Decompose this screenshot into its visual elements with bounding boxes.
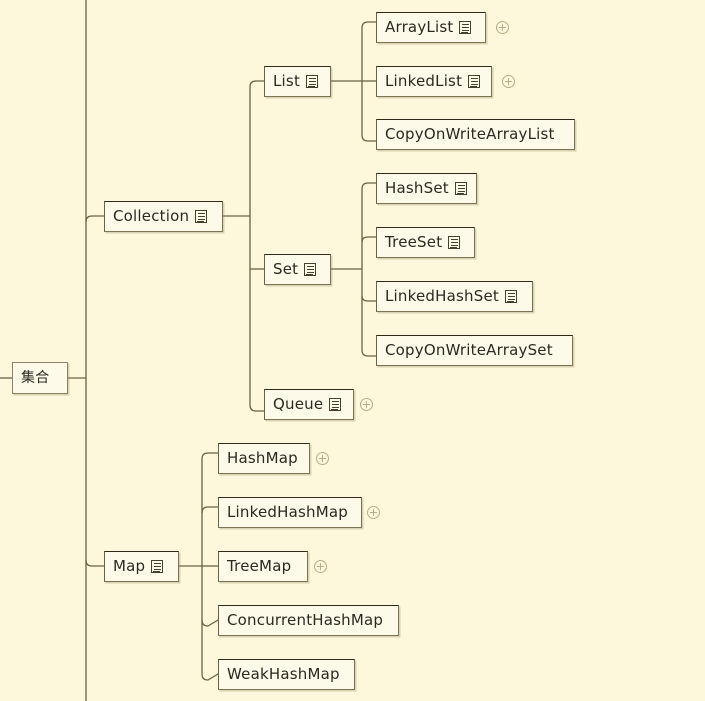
node-collection[interactable]: Collection — [104, 201, 223, 232]
edge-set-to-treeset — [361, 236, 376, 243]
mindmap-canvas: 集合 Collection List ArrayList LinkedList … — [0, 0, 705, 701]
node-linkedhashset[interactable]: LinkedHashSet — [376, 281, 533, 312]
edge-map-to-hashmap — [201, 452, 218, 460]
node-treeset-label: TreeSet — [385, 233, 443, 251]
node-hashset-label: HashSet — [385, 179, 449, 197]
edge-list-to-copyonwritearraylist — [361, 134, 376, 142]
node-weakhashmap-label: WeakHashMap — [227, 665, 340, 683]
note-icon[interactable] — [454, 182, 467, 195]
node-list[interactable]: List — [264, 66, 331, 97]
node-linkedlist-label: LinkedList — [385, 72, 463, 90]
edge-set-to-hashset — [361, 182, 376, 190]
node-weakhashmap[interactable]: WeakHashMap — [218, 659, 355, 690]
node-collection-label: Collection — [113, 207, 190, 225]
node-linkedhashmap[interactable]: LinkedHashMap — [218, 497, 362, 528]
edge-collection-to-list — [249, 80, 264, 88]
node-arraylist[interactable]: ArrayList — [376, 12, 486, 43]
node-linkedlist[interactable]: LinkedList — [376, 66, 492, 97]
expand-icon-treemap[interactable] — [314, 560, 327, 573]
edge-set-to-copyonwritearrayset — [361, 349, 376, 357]
node-map[interactable]: Map — [104, 551, 179, 582]
node-hashmap-label: HashMap — [227, 449, 298, 467]
node-concurrenthashmap[interactable]: ConcurrentHashMap — [218, 605, 399, 636]
edge-map-to-weakhashmap — [201, 673, 219, 681]
note-icon[interactable] — [151, 560, 164, 573]
node-linkedhashmap-label: LinkedHashMap — [227, 503, 348, 521]
node-hashmap[interactable]: HashMap — [218, 443, 310, 474]
edge-map-to-concurrenthashmap — [201, 619, 219, 627]
edge-set-to-linkedhashset — [361, 295, 376, 302]
node-treeset[interactable]: TreeSet — [376, 227, 475, 258]
expand-icon-linkedhashmap[interactable] — [367, 506, 380, 519]
note-icon[interactable] — [468, 75, 481, 88]
edge-connectors — [0, 0, 376, 701]
node-map-label: Map — [113, 557, 146, 575]
note-icon[interactable] — [448, 236, 461, 249]
edge-collection-to-queue — [249, 404, 264, 412]
node-linkedhashset-label: LinkedHashSet — [385, 287, 499, 305]
node-hashset[interactable]: HashSet — [376, 173, 477, 204]
note-icon[interactable] — [329, 398, 342, 411]
note-icon[interactable] — [195, 210, 208, 223]
node-queue-label: Queue — [273, 395, 324, 413]
node-copyonwritearraylist-label: CopyOnWriteArrayList — [385, 125, 555, 143]
node-copyonwritearrayset-label: CopyOnWriteArraySet — [385, 341, 553, 359]
note-icon[interactable] — [306, 75, 319, 88]
node-queue[interactable]: Queue — [264, 389, 354, 420]
note-icon[interactable] — [459, 21, 472, 34]
node-copyonwritearraylist[interactable]: CopyOnWriteArrayList — [376, 119, 575, 150]
expand-icon-queue[interactable] — [360, 398, 373, 411]
note-icon[interactable] — [304, 263, 317, 276]
node-root-label: 集合 — [21, 370, 50, 386]
node-concurrenthashmap-label: ConcurrentHashMap — [227, 611, 384, 629]
node-list-label: List — [273, 72, 301, 90]
edge-list-to-arraylist — [361, 21, 376, 29]
node-copyonwritearrayset[interactable]: CopyOnWriteArraySet — [376, 335, 573, 366]
note-icon[interactable] — [504, 290, 517, 303]
node-root[interactable]: 集合 — [12, 362, 68, 394]
node-arraylist-label: ArrayList — [385, 18, 454, 36]
expand-icon-arraylist[interactable] — [496, 21, 509, 34]
edge-map-to-linkedhashmap — [201, 506, 218, 514]
edge-spine-to-collection — [85, 215, 104, 223]
node-set[interactable]: Set — [264, 254, 331, 285]
expand-icon-hashmap[interactable] — [316, 452, 329, 465]
node-treemap-label: TreeMap — [227, 557, 292, 575]
node-treemap[interactable]: TreeMap — [218, 551, 308, 582]
edge-spine-to-map — [85, 559, 104, 567]
expand-icon-linkedlist[interactable] — [502, 75, 515, 88]
node-set-label: Set — [273, 260, 299, 278]
